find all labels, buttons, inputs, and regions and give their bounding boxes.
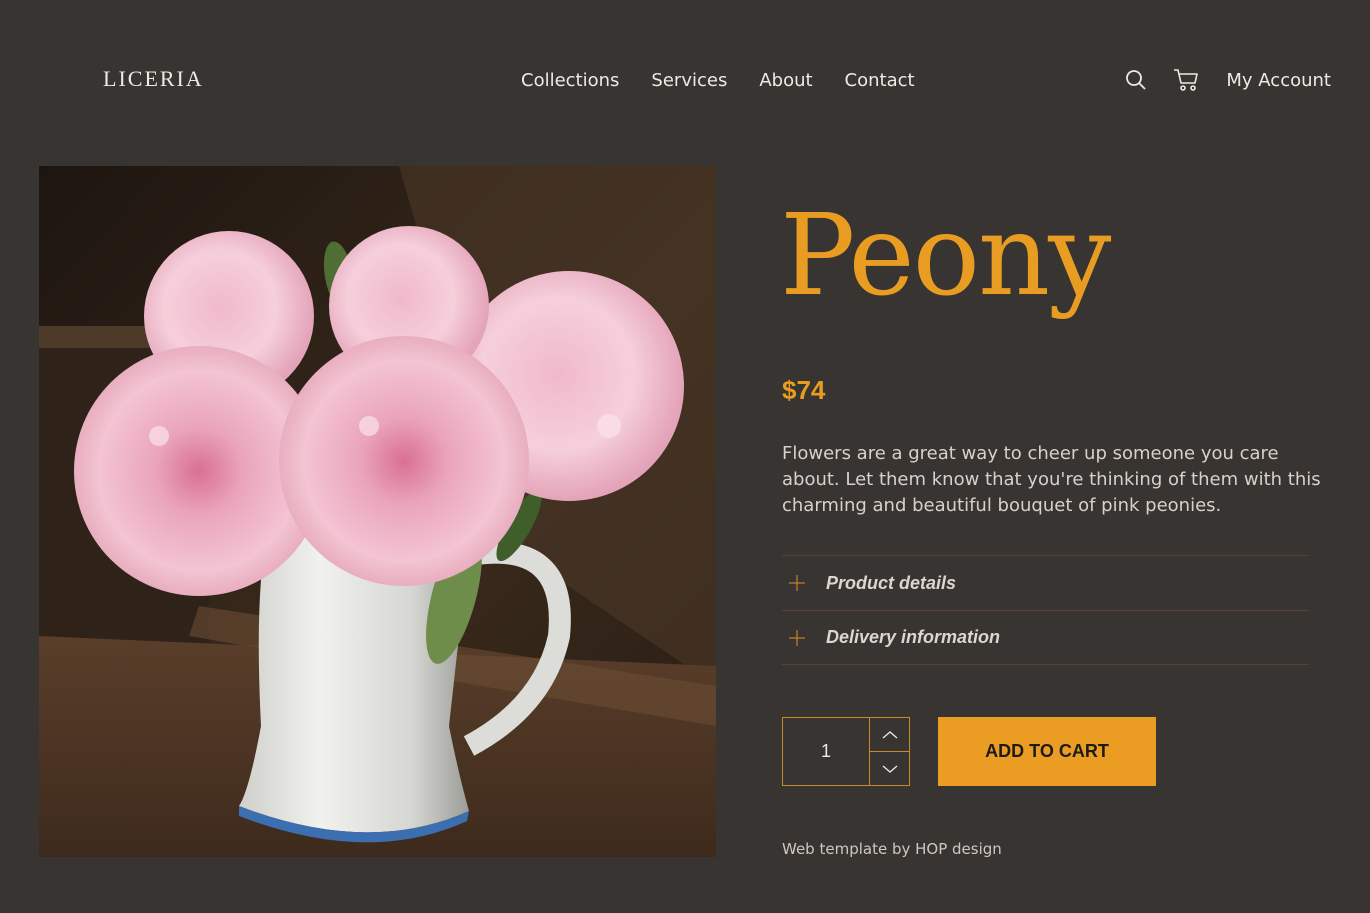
product-accordion: Product details Delivery information (782, 555, 1309, 665)
nav-item-services[interactable]: Services (651, 70, 727, 91)
nav-item-contact[interactable]: Contact (845, 70, 915, 91)
my-account-link[interactable]: My Account (1226, 70, 1331, 91)
accordion-delivery-information[interactable]: Delivery information (782, 610, 1309, 665)
plus-icon (788, 574, 820, 592)
accordion-label: Delivery information (826, 627, 1001, 647)
plus-icon (788, 629, 820, 647)
product-title: Peony (780, 191, 1111, 321)
header-actions: My Account (1122, 66, 1331, 94)
accordion-label: Product details (826, 572, 957, 593)
cart-icon[interactable] (1172, 66, 1200, 94)
quantity-arrows (870, 718, 909, 785)
chevron-down-icon[interactable] (870, 752, 909, 785)
product-description: Flowers are a great way to cheer up some… (782, 443, 1321, 516)
footer-credit: Web template by HOP design (782, 840, 1002, 858)
main-nav: Collections Services About Contact (521, 70, 915, 91)
search-icon[interactable] (1122, 66, 1150, 94)
product-image (39, 166, 716, 857)
quantity-input[interactable]: 1 (783, 718, 870, 785)
nav-item-about[interactable]: About (759, 70, 812, 91)
accordion-product-details[interactable]: Product details (782, 555, 1309, 610)
nav-item-collections[interactable]: Collections (521, 70, 619, 91)
quantity-stepper: 1 (782, 717, 910, 786)
add-to-cart-button[interactable]: ADD TO CART (938, 717, 1156, 786)
brand-logo[interactable]: LICERIA (103, 66, 204, 92)
chevron-up-icon[interactable] (870, 718, 909, 752)
product-price: $74 (782, 375, 826, 405)
